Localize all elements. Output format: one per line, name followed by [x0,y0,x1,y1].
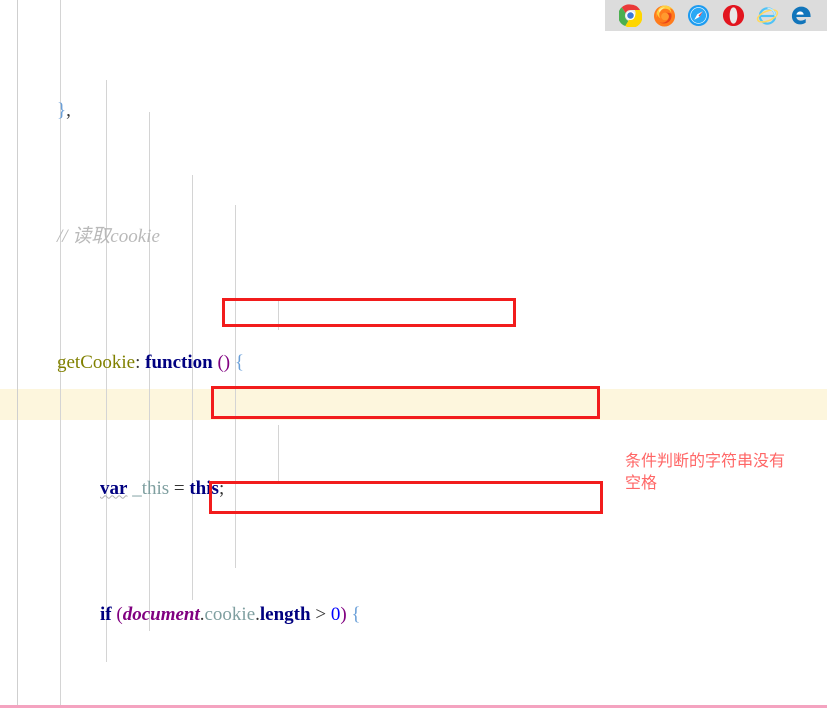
code-line-2[interactable]: // 读取cookie [0,221,827,253]
editor-screenshot: }, // 读取cookie getCookie: function () { … [0,0,827,713]
token-semicolon: ; [218,477,225,499]
safari-icon[interactable] [687,4,710,27]
opera-icon[interactable] [722,4,745,27]
browser-icon-bar [605,0,827,31]
token-paren-close: ) [340,603,347,625]
token-ident-this: _this [132,477,170,499]
bottom-divider [0,705,827,708]
firefox-icon[interactable] [653,4,676,27]
token-keyword-this: this [189,477,219,499]
token-parens: () [217,351,231,373]
token-keyword-function: function [145,351,213,373]
edge-icon[interactable] [790,4,813,27]
token-open-brace: { [234,351,244,373]
token-comment: // 读取cookie [57,225,160,247]
bottom-clipped-text: // 清除cookie [150,708,330,713]
token-open-brace: { [351,603,361,625]
token-assign: = [173,477,185,499]
token-number-zero: 0 [330,603,341,625]
token-prop-cookie: cookie [204,603,256,625]
annotation-note: 条件判断的字符串没有空格 [625,451,786,492]
token-object-document: document [122,603,200,625]
internet-explorer-icon[interactable] [756,4,779,27]
code-line-3[interactable]: getCookie: function () { [0,347,827,379]
code-area[interactable]: }, // 读取cookie getCookie: function () { … [0,0,827,713]
token-brace: } [57,99,67,121]
token-keyword-var: var [100,477,128,499]
code-line-5[interactable]: if (document.cookie.length > 0) { [0,599,827,631]
token-colon: : [135,351,141,373]
code-line-1[interactable]: }, [0,95,827,127]
token-prop-length: length [259,603,311,625]
token-comma: , [66,99,71,121]
token-keyword-if: if [100,603,112,625]
token-gt: > [315,603,327,625]
token-function-name: getCookie [57,351,136,373]
chrome-icon[interactable] [618,4,642,27]
